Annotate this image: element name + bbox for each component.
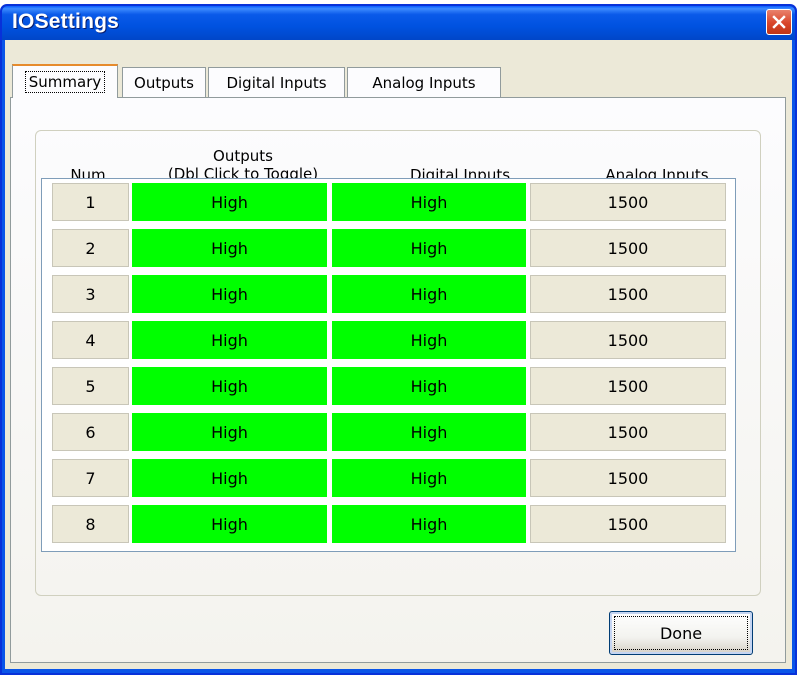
output-toggle-cell[interactable]: High (132, 275, 327, 313)
digital-input-cell: High (332, 413, 526, 451)
output-toggle-cell[interactable]: High (132, 367, 327, 405)
digital-input-cell: High (332, 183, 526, 221)
digital-input-cell: High (332, 229, 526, 267)
window-title: IOSettings (12, 10, 120, 33)
io-summary-grid: 1 High High 1500 2 High High 1500 3 High… (41, 178, 736, 552)
table-row: 5 High High 1500 (42, 363, 735, 405)
output-toggle-cell[interactable]: High (132, 413, 327, 451)
table-row: 3 High High 1500 (42, 271, 735, 313)
num-cell: 1 (52, 183, 129, 221)
num-cell: 7 (52, 459, 129, 497)
table-row: 2 High High 1500 (42, 225, 735, 267)
num-cell: 4 (52, 321, 129, 359)
output-toggle-cell[interactable]: High (132, 229, 327, 267)
num-cell: 5 (52, 367, 129, 405)
analog-input-cell: 1500 (530, 183, 726, 221)
close-button[interactable] (766, 9, 792, 35)
digital-input-cell: High (332, 321, 526, 359)
close-icon (772, 15, 786, 29)
analog-input-cell: 1500 (530, 367, 726, 405)
tab-outputs-label: Outputs (134, 73, 194, 92)
table-row: 1 High High 1500 (42, 179, 735, 221)
num-cell: 3 (52, 275, 129, 313)
tab-digital-inputs[interactable]: Digital Inputs (208, 67, 345, 97)
header-outputs-title: Outputs (213, 147, 273, 165)
table-row: 8 High High 1500 (42, 501, 735, 543)
digital-input-cell: High (332, 505, 526, 543)
digital-input-cell: High (332, 275, 526, 313)
num-cell: 6 (52, 413, 129, 451)
tab-summary[interactable]: Summary (12, 64, 118, 98)
output-toggle-cell[interactable]: High (132, 459, 327, 497)
tab-analog-inputs[interactable]: Analog Inputs (347, 67, 501, 97)
tab-outputs[interactable]: Outputs (122, 67, 206, 97)
num-cell: 8 (52, 505, 129, 543)
output-toggle-cell[interactable]: High (132, 183, 327, 221)
table-row: 6 High High 1500 (42, 409, 735, 451)
output-toggle-cell[interactable]: High (132, 321, 327, 359)
tab-digital-inputs-label: Digital Inputs (226, 73, 327, 92)
dialog-client-area: Summary Outputs Digital Inputs Analog In… (5, 40, 792, 669)
tab-analog-inputs-label: Analog Inputs (372, 73, 476, 92)
title-bar[interactable]: IOSettings (2, 6, 795, 40)
num-cell: 2 (52, 229, 129, 267)
analog-input-cell: 1500 (530, 413, 726, 451)
analog-input-cell: 1500 (530, 505, 726, 543)
table-row: 4 High High 1500 (42, 317, 735, 359)
tab-summary-label: Summary (24, 71, 106, 93)
table-row: 7 High High 1500 (42, 455, 735, 497)
digital-input-cell: High (332, 459, 526, 497)
analog-input-cell: 1500 (530, 321, 726, 359)
analog-input-cell: 1500 (530, 275, 726, 313)
digital-input-cell: High (332, 367, 526, 405)
io-settings-dialog: IOSettings Summary Outputs Digital Input… (0, 4, 797, 675)
focus-rectangle (614, 616, 748, 650)
output-toggle-cell[interactable]: High (132, 505, 327, 543)
done-button[interactable]: Done (609, 611, 753, 655)
analog-input-cell: 1500 (530, 459, 726, 497)
analog-input-cell: 1500 (530, 229, 726, 267)
